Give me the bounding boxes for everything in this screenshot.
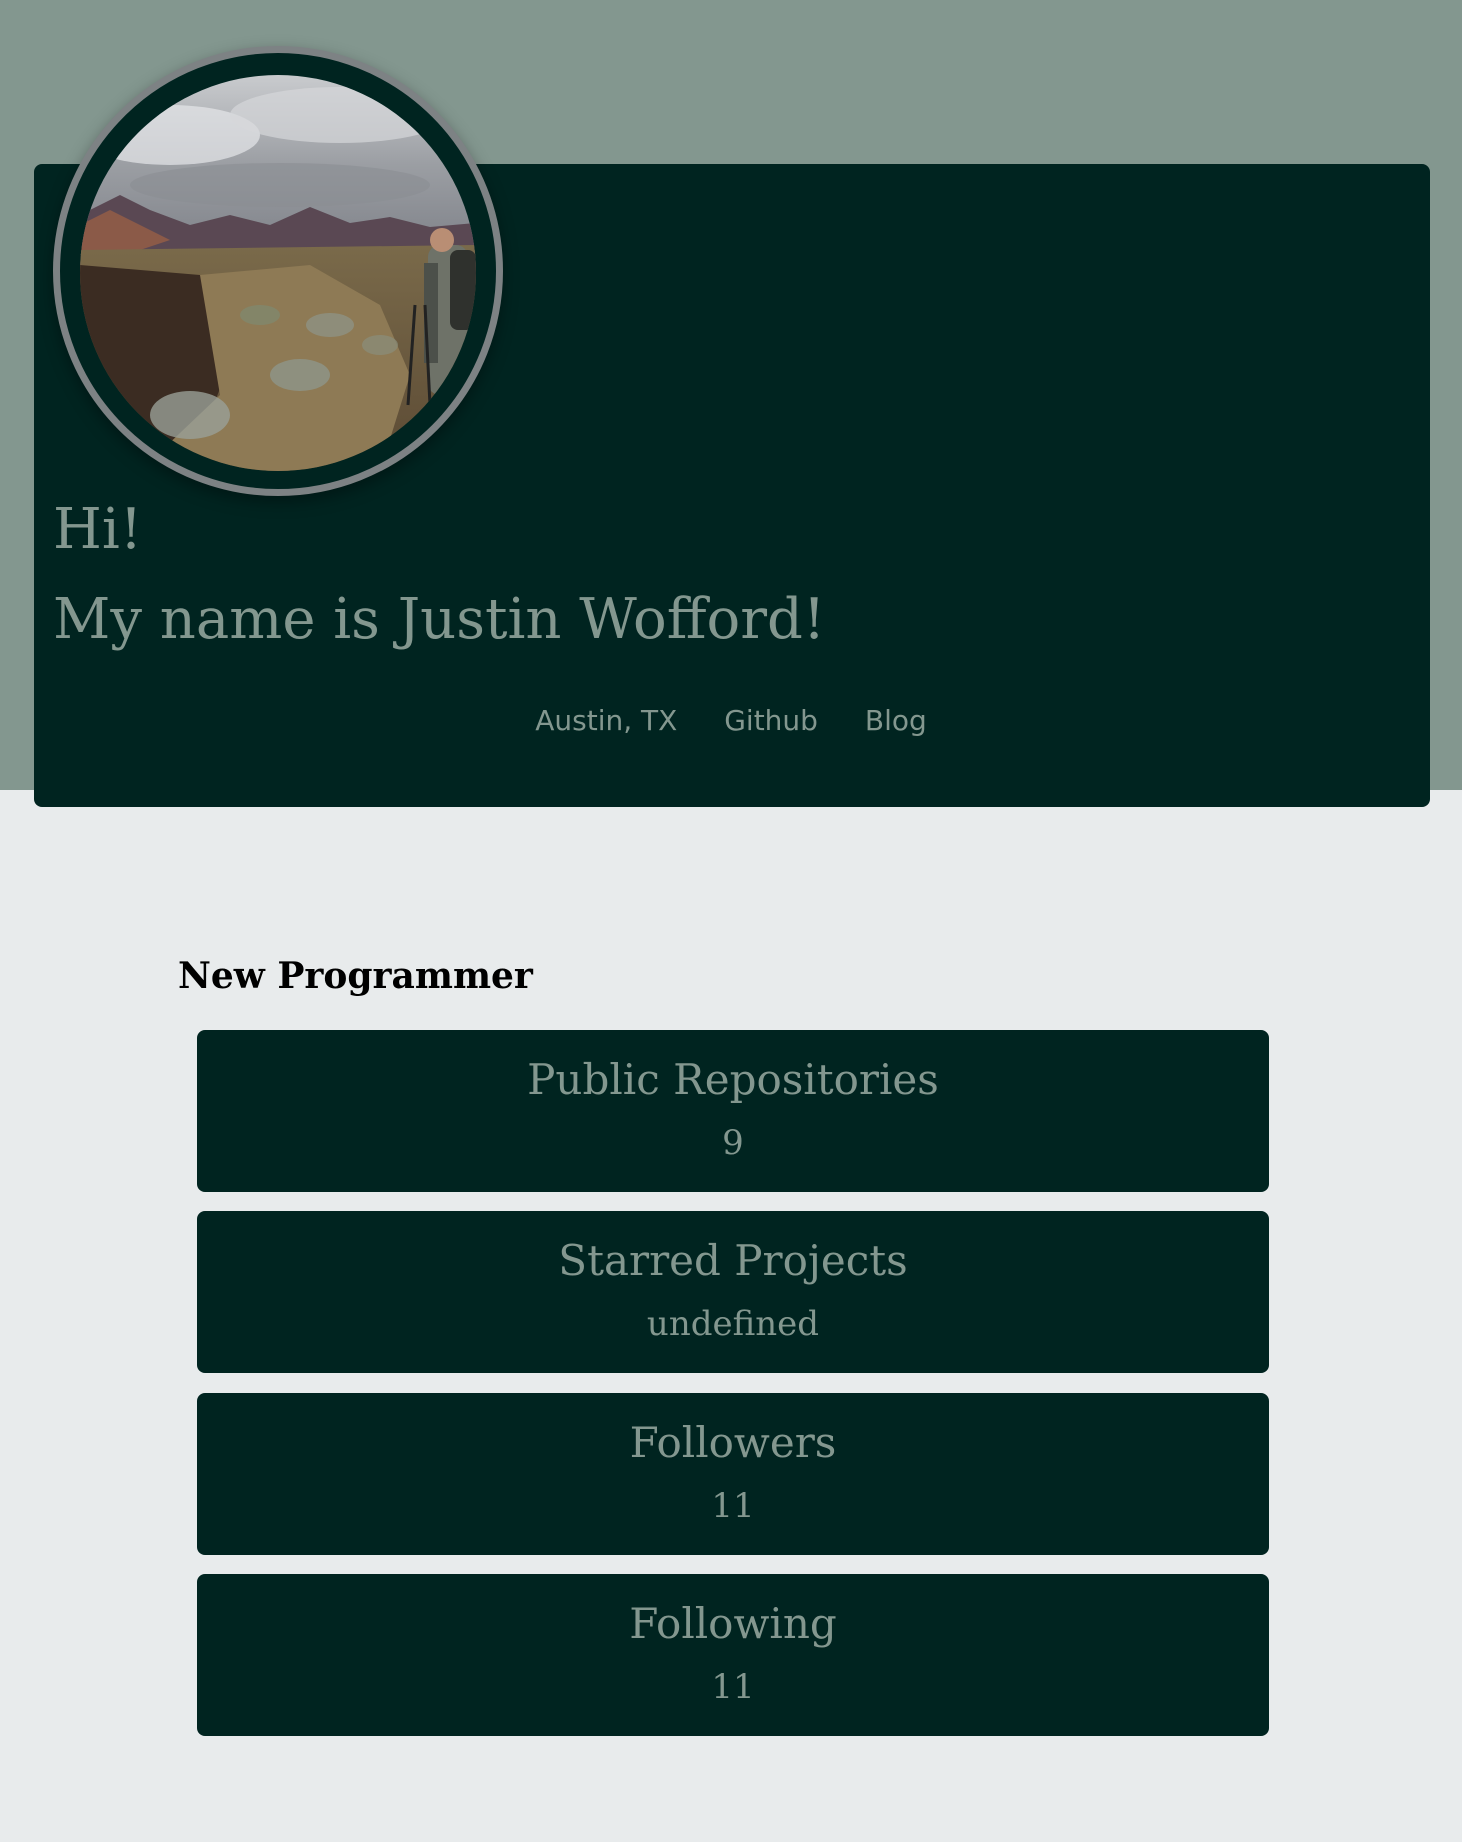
stat-label: Public Repositories — [527, 1055, 939, 1104]
stat-label: Followers — [629, 1418, 837, 1467]
stat-card-following: Following 11 — [197, 1574, 1269, 1736]
stat-label: Starred Projects — [558, 1236, 908, 1285]
stat-card-starred-projects: Starred Projects undefined — [197, 1211, 1269, 1373]
stat-card-followers: Followers 11 — [197, 1393, 1269, 1555]
profile-links: Austin, TX Github Blog — [0, 704, 1462, 737]
stat-card-public-repositories: Public Repositories 9 — [197, 1030, 1269, 1192]
profile-title: New Programmer — [178, 955, 533, 997]
stat-label: Following — [629, 1599, 837, 1648]
stat-value: undefined — [646, 1304, 820, 1344]
stat-value: 11 — [711, 1667, 755, 1707]
stat-value: 9 — [722, 1123, 744, 1163]
github-link[interactable]: Github — [724, 704, 818, 737]
name-heading: My name is Justin Wofford! — [53, 587, 826, 652]
location-link[interactable]: Austin, TX — [535, 704, 677, 737]
avatar — [80, 75, 476, 471]
greeting-heading: Hi! — [53, 497, 143, 562]
stat-value: 11 — [711, 1486, 755, 1526]
blog-link[interactable]: Blog — [865, 704, 927, 737]
